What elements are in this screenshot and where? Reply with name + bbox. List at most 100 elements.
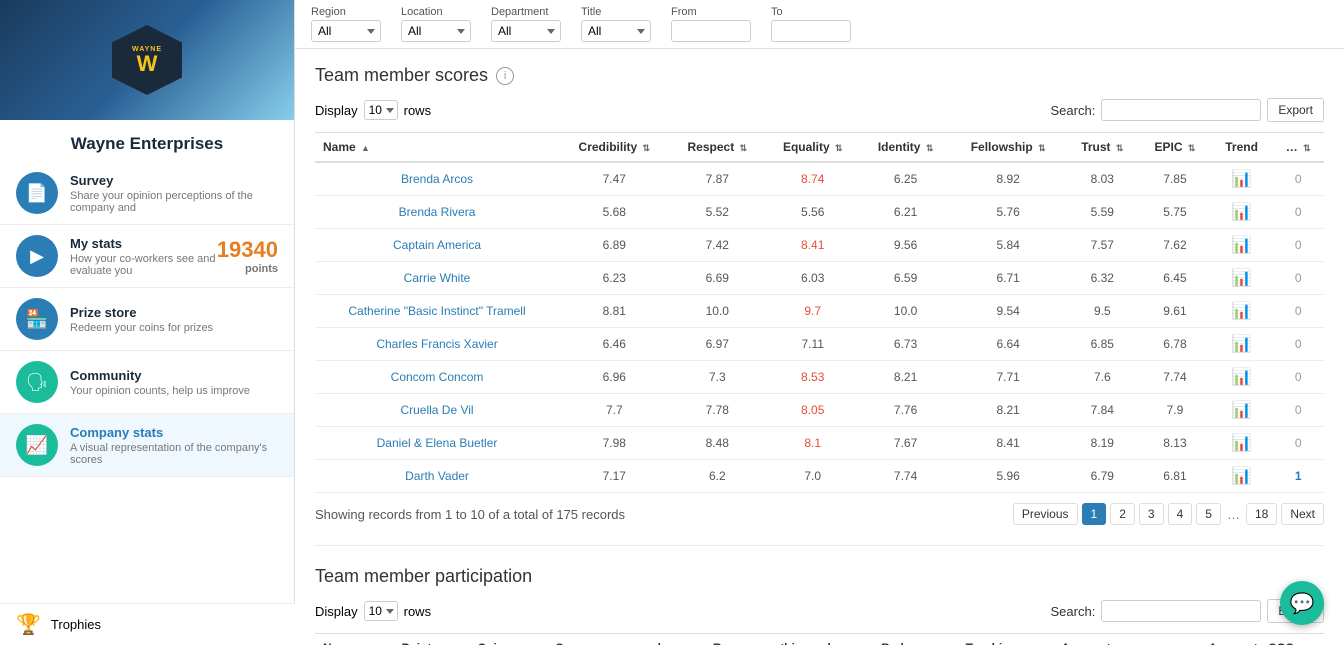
row-epic: 5.75 bbox=[1139, 196, 1211, 229]
row-trend-chart[interactable]: 📊 bbox=[1211, 229, 1272, 262]
name-link[interactable]: Brenda Arcos bbox=[401, 172, 473, 186]
row-trend-chart[interactable]: 📊 bbox=[1211, 427, 1272, 460]
display-rows-participation: Display 10 25 50 rows bbox=[315, 601, 431, 621]
page-5-button[interactable]: 5 bbox=[1196, 503, 1221, 525]
row-credibility: 5.68 bbox=[559, 196, 670, 229]
community-icon: 🗣 bbox=[16, 361, 58, 403]
row-trend-chart[interactable]: 📊 bbox=[1211, 295, 1272, 328]
section-divider bbox=[315, 545, 1324, 546]
table-row: Carrie White 6.23 6.69 6.03 6.59 6.71 6.… bbox=[315, 262, 1324, 295]
search-label-participation: Search: bbox=[1051, 604, 1096, 619]
trophies-label: Trophies bbox=[51, 617, 101, 632]
sidebar-item-trophies[interactable]: 🏆 Trophies bbox=[0, 603, 295, 645]
page-3-button[interactable]: 3 bbox=[1139, 503, 1164, 525]
col-header-trust[interactable]: Trust ⇅ bbox=[1066, 133, 1140, 163]
logo-letter: W bbox=[137, 53, 158, 75]
sidebar-item-prize-store[interactable]: 🏪 Prize store Redeem your coins for priz… bbox=[0, 288, 294, 351]
row-trend-chart[interactable]: 📊 bbox=[1211, 328, 1272, 361]
page-4-button[interactable]: 4 bbox=[1168, 503, 1193, 525]
sidebar-item-community[interactable]: 🗣 Community Your opinion counts, help us… bbox=[0, 351, 294, 414]
participation-section-title: Team member participation bbox=[315, 566, 1324, 587]
col-header-trend[interactable]: Trend bbox=[1211, 133, 1272, 163]
company-stats-title: Company stats bbox=[70, 425, 278, 440]
community-subtitle: Your opinion counts, help us improve bbox=[70, 385, 250, 397]
location-filter: Location All bbox=[401, 6, 471, 42]
rows-suffix-participation: rows bbox=[404, 604, 431, 619]
name-link[interactable]: Daniel & Elena Buetler bbox=[377, 436, 498, 450]
name-link[interactable]: Concom Concom bbox=[391, 370, 484, 384]
page-2-button[interactable]: 2 bbox=[1110, 503, 1135, 525]
next-page-button[interactable]: Next bbox=[1281, 503, 1324, 525]
sidebar-item-my-stats[interactable]: ▶ My stats How your co-workers see and e… bbox=[0, 225, 294, 288]
row-trend-chart[interactable]: 📊 bbox=[1211, 196, 1272, 229]
page-18-button[interactable]: 18 bbox=[1246, 503, 1277, 525]
location-select[interactable]: All bbox=[401, 20, 471, 42]
part-col-badges[interactable]: Badges ⇅ bbox=[867, 634, 951, 645]
sidebar-item-survey[interactable]: 📄 Survey Share your opinion perceptions … bbox=[0, 162, 294, 225]
rows-select-participation[interactable]: 10 25 50 bbox=[364, 601, 398, 621]
prev-page-button[interactable]: Previous bbox=[1013, 503, 1078, 525]
row-trend-chart[interactable]: 📊 bbox=[1211, 394, 1272, 427]
col-header-more[interactable]: … ⇅ bbox=[1272, 133, 1324, 163]
row-trend-chart[interactable]: 📊 bbox=[1211, 262, 1272, 295]
chat-bubble[interactable]: 💬 bbox=[1280, 581, 1324, 625]
search-label-scores: Search: bbox=[1051, 103, 1096, 118]
row-name: Brenda Arcos bbox=[315, 162, 559, 196]
my-stats-subtitle: How your co-workers see and evaluate you bbox=[70, 253, 217, 277]
region-select[interactable]: All bbox=[311, 20, 381, 42]
scores-info-icon[interactable]: i bbox=[496, 67, 514, 85]
my-stats-left: ▶ My stats How your co-workers see and e… bbox=[16, 235, 217, 277]
search-input-scores[interactable] bbox=[1101, 99, 1261, 121]
row-trust: 7.6 bbox=[1066, 361, 1140, 394]
part-col-access-scores[interactable]: Access to scores ⇅ bbox=[1043, 634, 1191, 645]
title-label: Title bbox=[581, 6, 601, 18]
name-link[interactable]: Brenda Rivera bbox=[399, 205, 476, 219]
row-identity: 6.21 bbox=[860, 196, 950, 229]
row-credibility: 7.17 bbox=[559, 460, 670, 493]
row-trend-chart[interactable]: 📊 bbox=[1211, 460, 1272, 493]
from-input[interactable] bbox=[671, 20, 751, 42]
region-filter: Region All bbox=[311, 6, 381, 42]
department-label: Department bbox=[491, 6, 548, 18]
table-row: Cruella De Vil 7.7 7.78 8.05 7.76 8.21 7… bbox=[315, 394, 1324, 427]
search-input-participation[interactable] bbox=[1101, 600, 1261, 622]
page-1-button[interactable]: 1 bbox=[1082, 503, 1107, 525]
row-trend-chart[interactable]: 📊 bbox=[1211, 361, 1272, 394]
part-col-surveys[interactable]: Surveys answered ⇅ bbox=[537, 634, 693, 645]
sidebar-item-company-stats[interactable]: 📈 Company stats A visual representation … bbox=[0, 414, 294, 477]
col-header-respect[interactable]: Respect ⇅ bbox=[670, 133, 765, 163]
part-col-coins[interactable]: Coins ⇅ bbox=[464, 634, 536, 645]
part-col-responses[interactable]: Responses this week ⇅ bbox=[693, 634, 868, 645]
trend-chart-icon: 📊 bbox=[1232, 336, 1252, 353]
rows-select-scores[interactable]: 10 25 50 bbox=[364, 100, 398, 120]
name-link[interactable]: Captain America bbox=[393, 238, 481, 252]
name-link[interactable]: Charles Francis Xavier bbox=[376, 337, 497, 351]
row-fellowship: 9.54 bbox=[951, 295, 1066, 328]
name-link[interactable]: Carrie White bbox=[404, 271, 471, 285]
export-button-scores[interactable]: Export bbox=[1267, 98, 1324, 122]
row-trend-val: 0 bbox=[1272, 361, 1324, 394]
part-col-points[interactable]: Points ⇅ bbox=[388, 634, 464, 645]
title-filter: Title All bbox=[581, 6, 651, 42]
name-link[interactable]: Darth Vader bbox=[405, 469, 469, 483]
col-header-epic[interactable]: EPIC ⇅ bbox=[1139, 133, 1211, 163]
row-trust: 9.5 bbox=[1066, 295, 1140, 328]
scores-section-title: Team member scores i bbox=[315, 65, 1324, 86]
col-header-identity[interactable]: Identity ⇅ bbox=[860, 133, 950, 163]
title-select[interactable]: All bbox=[581, 20, 651, 42]
department-select[interactable]: All bbox=[491, 20, 561, 42]
part-col-trophies[interactable]: Trophies ⇅ bbox=[951, 634, 1043, 645]
row-credibility: 6.23 bbox=[559, 262, 670, 295]
to-input[interactable] bbox=[771, 20, 851, 42]
table-row: Brenda Arcos 7.47 7.87 8.74 6.25 8.92 8.… bbox=[315, 162, 1324, 196]
pagination-info: Showing records from 1 to 10 of a total … bbox=[315, 507, 1009, 522]
row-trend-chart[interactable]: 📊 bbox=[1211, 162, 1272, 196]
row-epic: 6.45 bbox=[1139, 262, 1211, 295]
col-header-equality[interactable]: Equality ⇅ bbox=[765, 133, 860, 163]
name-link[interactable]: Catherine "Basic Instinct" Tramell bbox=[348, 304, 525, 318]
col-header-credibility[interactable]: Credibility ⇅ bbox=[559, 133, 670, 163]
col-header-fellowship[interactable]: Fellowship ⇅ bbox=[951, 133, 1066, 163]
name-link[interactable]: Cruella De Vil bbox=[400, 403, 473, 417]
sidebar-header: WAYNE W bbox=[0, 0, 294, 120]
part-col-access-sos[interactable]: Access to SOS ⇅ bbox=[1191, 634, 1324, 645]
